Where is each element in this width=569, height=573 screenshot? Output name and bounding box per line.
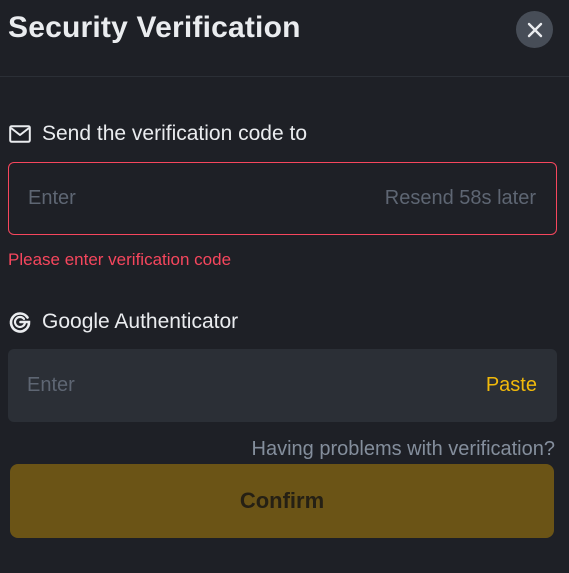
close-button[interactable] [516,11,553,48]
authenticator-code-input[interactable] [27,374,486,397]
close-icon [526,21,544,39]
email-code-error-message: Please enter verification code [8,250,232,269]
resend-countdown: Resend 58s later [384,187,536,209]
dialog-title: Security Verification [8,11,301,44]
security-verification-dialog: Security Verification Send the verificat… [0,0,569,573]
mail-icon [8,122,32,146]
authenticator-code-field[interactable]: Paste [8,349,557,422]
google-authenticator-icon [8,310,32,334]
confirm-button[interactable]: Confirm [10,464,554,538]
email-code-input[interactable] [28,187,385,210]
dialog-header: Security Verification [0,0,569,77]
verification-help-link[interactable]: Having problems with verification? [252,438,555,461]
authenticator-label: Google Authenticator [42,310,239,333]
email-code-label: Send the verification code to [42,122,308,145]
email-code-label-row: Send the verification code to [8,122,307,146]
authenticator-label-row: Google Authenticator [8,310,238,334]
paste-button[interactable]: Paste [486,374,537,397]
email-code-field[interactable]: Resend 58s later [8,162,557,235]
